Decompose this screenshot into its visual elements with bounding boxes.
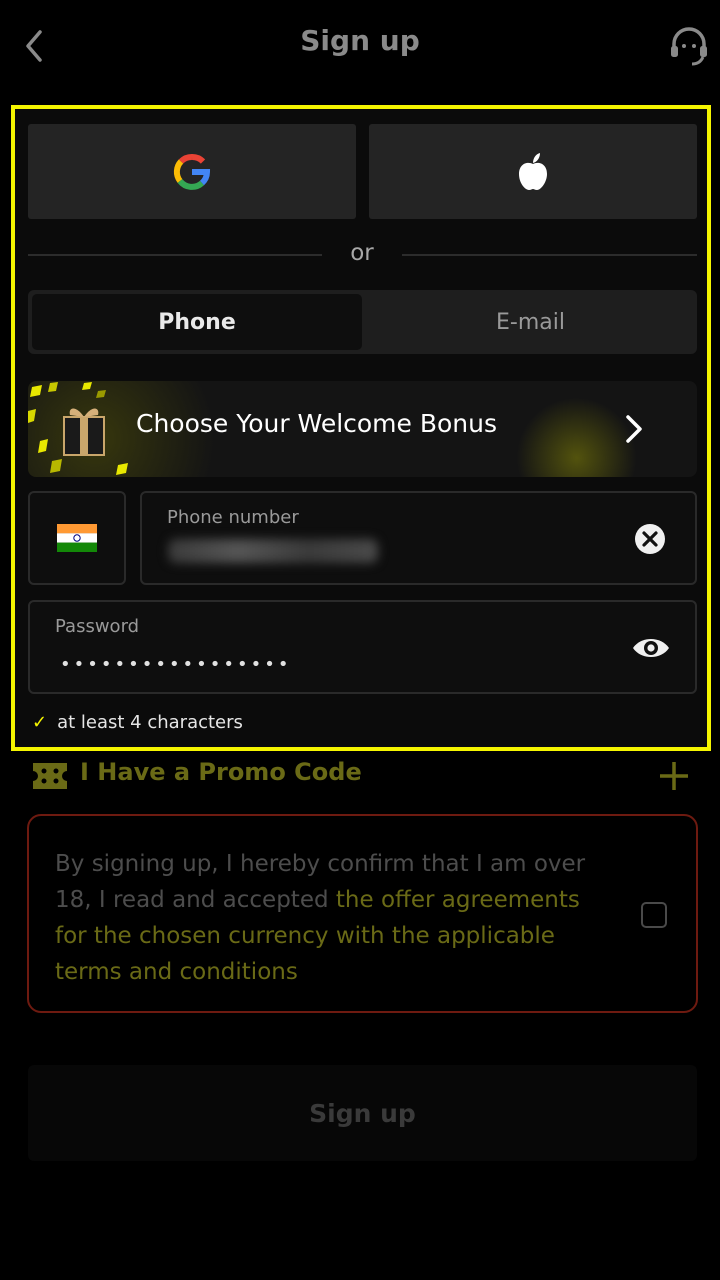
phone-number-value-blurred [168,539,378,563]
apple-icon [519,152,547,190]
apple-signin-button[interactable] [369,124,697,219]
page-title: Sign up [300,24,420,57]
signup-button[interactable]: Sign up [28,1065,697,1161]
divider-text: or [350,240,374,266]
terms-checkbox[interactable] [641,902,667,928]
check-icon: ✓ [32,712,48,733]
password-hint: ✓ at least 4 characters [32,712,243,733]
support-button[interactable] [666,24,712,68]
toggle-password-visibility[interactable] [631,632,671,664]
phone-number-label: Phone number [167,507,299,528]
google-icon [173,153,211,190]
india-flag-icon [57,524,97,552]
google-signin-button[interactable] [28,124,356,219]
headset-icon [671,27,707,66]
promo-code-label: I Have a Promo Code [80,758,362,786]
promo-code-toggle[interactable]: I Have a Promo Code [30,756,692,796]
eye-icon [633,639,669,657]
password-value: ••••••••••••••••• [60,654,292,675]
phone-number-field[interactable]: Phone number [140,491,697,585]
terms-text: By signing up, I hereby confirm that I a… [55,846,595,990]
header: Sign up [0,0,720,88]
plus-icon [660,762,688,790]
password-label: Password [55,616,140,637]
divider-right [402,254,697,256]
signup-method-tabs: Phone E-mail [28,290,697,354]
password-field[interactable]: Password ••••••••••••••••• [28,600,697,694]
tab-email[interactable]: E-mail [364,290,697,354]
welcome-bonus-label: Choose Your Welcome Bonus [136,409,498,438]
gift-icon [63,408,105,456]
welcome-bonus-banner[interactable]: Choose Your Welcome Bonus [28,381,697,477]
divider-left [28,254,322,256]
password-hint-text: at least 4 characters [57,712,243,733]
country-selector[interactable] [28,491,126,585]
clear-icon [635,524,665,554]
terms-box: By signing up, I hereby confirm that I a… [27,814,698,1013]
clear-phone-button[interactable] [634,523,666,555]
chevron-right-icon [626,415,642,443]
ticket-icon [33,763,67,789]
tab-phone[interactable]: Phone [32,294,362,350]
